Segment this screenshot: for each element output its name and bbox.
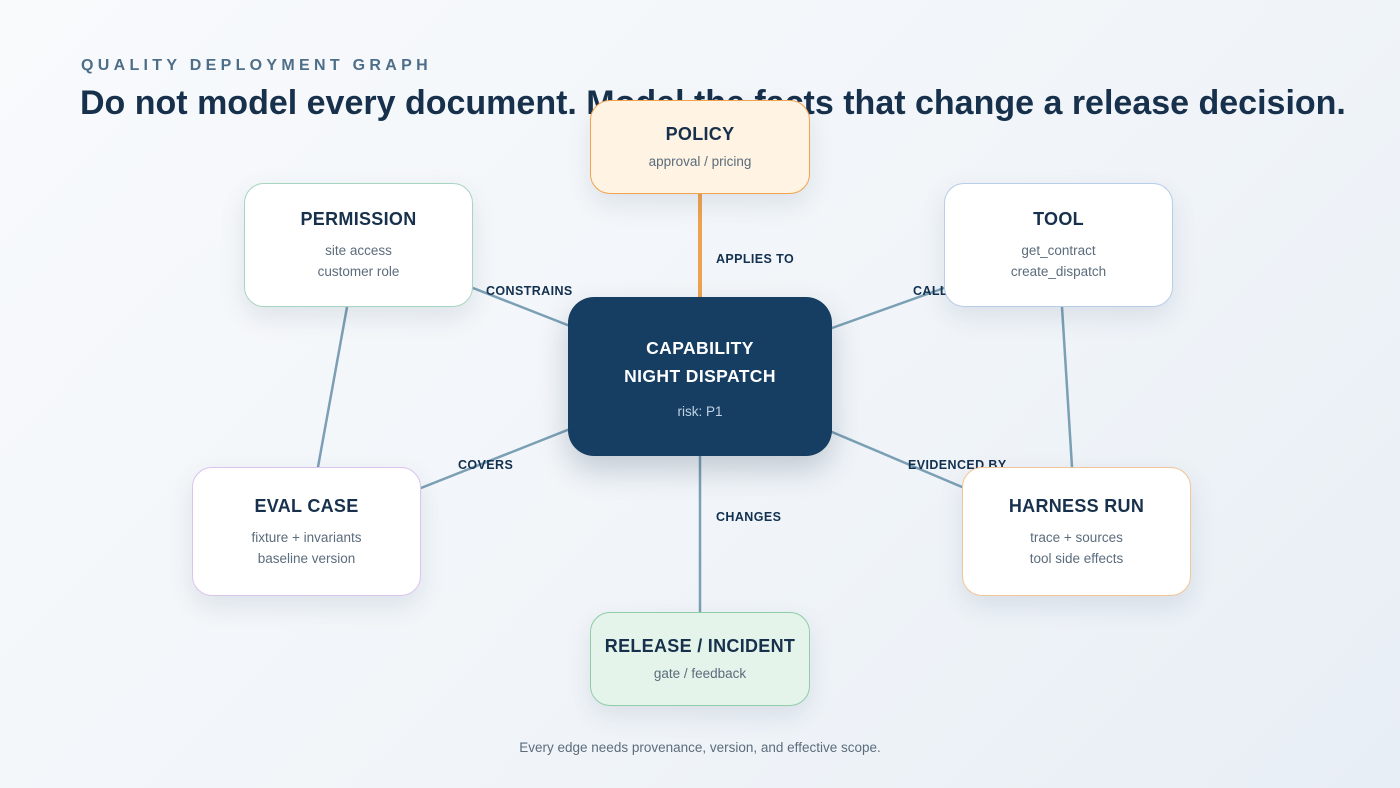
tool-detail-2: create_dispatch bbox=[1010, 264, 1107, 279]
policy-node: POLICY approval / pricing bbox=[590, 100, 810, 194]
edge-tool-harness-line bbox=[1060, 305, 1074, 469]
policy-detail: approval / pricing bbox=[648, 153, 752, 169]
eval-case-title: EVAL CASE bbox=[254, 495, 359, 516]
tool-detail-1: get_contract bbox=[1021, 243, 1096, 258]
capability-name: NIGHT DISPATCH bbox=[624, 366, 776, 386]
edge-permission-eval-line bbox=[316, 305, 349, 469]
footer-note: Every edge needs provenance, version, an… bbox=[519, 740, 881, 755]
release-incident-title: RELEASE / INCIDENT bbox=[604, 635, 796, 656]
eval-case-detail-2: baseline version bbox=[257, 550, 356, 566]
release-incident-node: RELEASE / INCIDENT gate / feedback bbox=[590, 612, 810, 706]
capability-risk: risk: P1 bbox=[677, 404, 723, 419]
release-incident-detail: gate / feedback bbox=[653, 665, 747, 681]
permission-title: PERMISSION bbox=[300, 209, 417, 229]
edge-label-changes: CHANGES bbox=[716, 510, 782, 524]
permission-detail-1: site access bbox=[325, 243, 392, 258]
permission-node: PERMISSION site access customer role bbox=[244, 183, 473, 307]
harness-run-detail-1: trace + sources bbox=[1030, 529, 1123, 545]
tool-title: TOOL bbox=[1033, 209, 1084, 229]
permission-detail-2: customer role bbox=[317, 264, 400, 279]
harness-run-node: HARNESS RUN trace + sources tool side ef… bbox=[962, 467, 1191, 596]
harness-run-title: HARNESS RUN bbox=[1008, 495, 1145, 516]
edge-label-applies-to: APPLIES TO bbox=[716, 252, 795, 266]
policy-title: POLICY bbox=[665, 123, 735, 144]
eval-case-node: EVAL CASE fixture + invariants baseline … bbox=[192, 467, 421, 596]
eval-case-detail-1: fixture + invariants bbox=[251, 529, 362, 545]
capability-node: CAPABILITY NIGHT DISPATCH risk: P1 bbox=[568, 297, 832, 456]
edge-label-covers: COVERS bbox=[458, 458, 514, 472]
edge-label-constrains: CONSTRAINS bbox=[486, 284, 573, 298]
harness-run-detail-2: tool side effects bbox=[1029, 550, 1124, 566]
capability-title: CAPABILITY bbox=[646, 338, 754, 358]
tool-node: TOOL get_contract create_dispatch bbox=[944, 183, 1173, 307]
